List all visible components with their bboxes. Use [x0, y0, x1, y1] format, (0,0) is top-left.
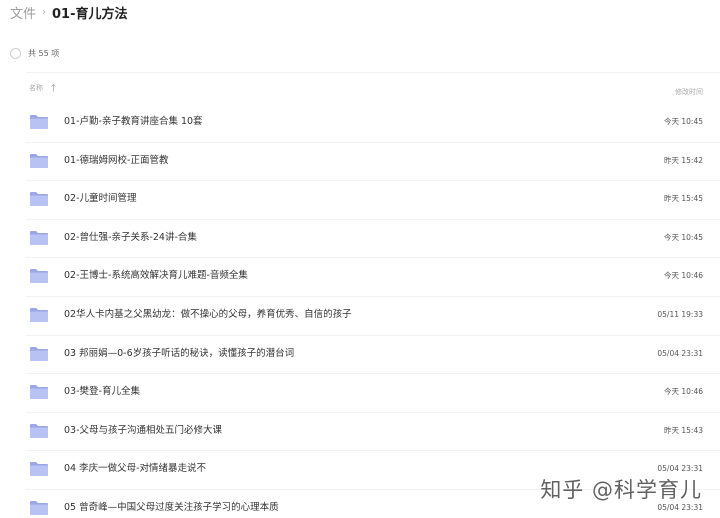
- modified-time: 昨天 15:43: [664, 425, 703, 435]
- file-name: 01-德瑞姆网校-正面管教: [64, 154, 169, 166]
- file-row[interactable]: 03 邦丽娟—0-6岁孩子听话的秘诀，读懂孩子的潜台词 05/04 23:31: [0, 336, 720, 375]
- breadcrumb-root-link[interactable]: 文件: [10, 3, 36, 22]
- list-header: 名称 修改时间: [29, 82, 703, 96]
- item-count: 共 55 项: [28, 48, 60, 58]
- folder-icon: [30, 192, 48, 207]
- breadcrumb-separator-icon: ›: [42, 6, 47, 18]
- modified-time: 05/11 19:33: [657, 309, 703, 319]
- folder-icon: [30, 115, 48, 129]
- divider: [26, 72, 720, 73]
- select-all-checkbox[interactable]: [10, 47, 21, 59]
- file-name: 05 曾奇峰—中国父母过度关注孩子学习的心理本质: [64, 501, 279, 513]
- column-header-name[interactable]: 名称: [29, 83, 56, 93]
- selection-summary: 共 55 项: [10, 46, 59, 60]
- file-row[interactable]: 02-曾仕强-亲子关系-24讲-合集 今天 10:45: [0, 220, 720, 259]
- file-name: 03-樊登-育儿全集: [64, 386, 140, 398]
- folder-icon: [30, 269, 48, 284]
- breadcrumb: 文件 › 01-育儿方法: [10, 3, 128, 22]
- file-row[interactable]: 03-樊登-育儿全集 今天 10:46: [0, 374, 720, 413]
- file-list: 01-卢勤-亲子教育讲座合集 10套 今天 10:45 01-德瑞姆网校-正面管教昨…: [0, 104, 720, 518]
- folder-icon: [30, 462, 48, 477]
- folder-icon: [30, 307, 48, 322]
- file-name: 02华人卡内基之父黑幼龙：做不操心的父母，养育优秀、自信的孩子: [64, 308, 352, 320]
- modified-time: 今天 10:45: [664, 232, 703, 242]
- file-name: 02-曾仕强-亲子关系-24讲-合集: [64, 231, 197, 243]
- folder-icon: [30, 346, 48, 361]
- file-name: 03-父母与孩子沟通相处五门必修大课: [64, 424, 223, 436]
- column-modified-label: 修改时间: [675, 87, 703, 96]
- file-browser: 文件 › 01-育儿方法 共 55 项 名称 修改时间 01-卢勤-亲子教育讲座…: [0, 0, 720, 518]
- modified-time: 今天 10:46: [664, 387, 703, 397]
- folder-icon: [30, 423, 48, 438]
- modified-time: 05/04 23:31: [657, 348, 703, 358]
- modified-time: 今天 10:45: [664, 117, 703, 126]
- file-row[interactable]: 03-父母与孩子沟通相处五门必修大课 昨天 15:43: [0, 413, 720, 452]
- file-row[interactable]: 02-儿童时间管理 昨天 15:45: [0, 181, 720, 220]
- file-row[interactable]: 02华人卡内基之父黑幼龙：做不操心的父母，养育优秀、自信的孩子 05/11 19:…: [0, 297, 720, 336]
- file-row[interactable]: 01-德瑞姆网校-正面管教 昨天 15:42: [0, 143, 720, 182]
- modified-time: 昨天 15:42: [664, 155, 703, 165]
- file-row[interactable]: 01-卢勤-亲子教育讲座合集 10套 今天 10:45: [0, 104, 720, 143]
- file-row[interactable]: 02-王博士-系统高效解决育儿难题-音频全集 今天 10:46: [0, 258, 720, 297]
- folder-icon: [30, 385, 48, 400]
- watermark: 知乎 @科学育儿: [540, 478, 702, 502]
- file-name: 04 李庆一做父母-对情绪暴走说不: [64, 463, 207, 475]
- file-name: 01-卢勤-亲子教育讲座合集 10套: [64, 116, 203, 127]
- folder-icon: [30, 500, 48, 515]
- breadcrumb-current-folder: 01-育儿方法: [52, 6, 128, 22]
- column-header-modified-time[interactable]: 修改时间: [675, 79, 703, 98]
- modified-time: 昨天 15:45: [664, 194, 703, 204]
- column-name-label: 名称: [29, 84, 43, 92]
- modified-time: 今天 10:46: [664, 271, 703, 281]
- file-name: 03 邦丽娟—0-6岁孩子听话的秘诀，读懂孩子的潜台词: [64, 347, 295, 359]
- sort-ascending-icon: [51, 84, 56, 92]
- folder-icon: [30, 230, 48, 245]
- file-name: 02-王博士-系统高效解决育儿难题-音频全集: [64, 270, 248, 282]
- folder-icon: [30, 153, 48, 168]
- file-name: 02-儿童时间管理: [64, 193, 137, 205]
